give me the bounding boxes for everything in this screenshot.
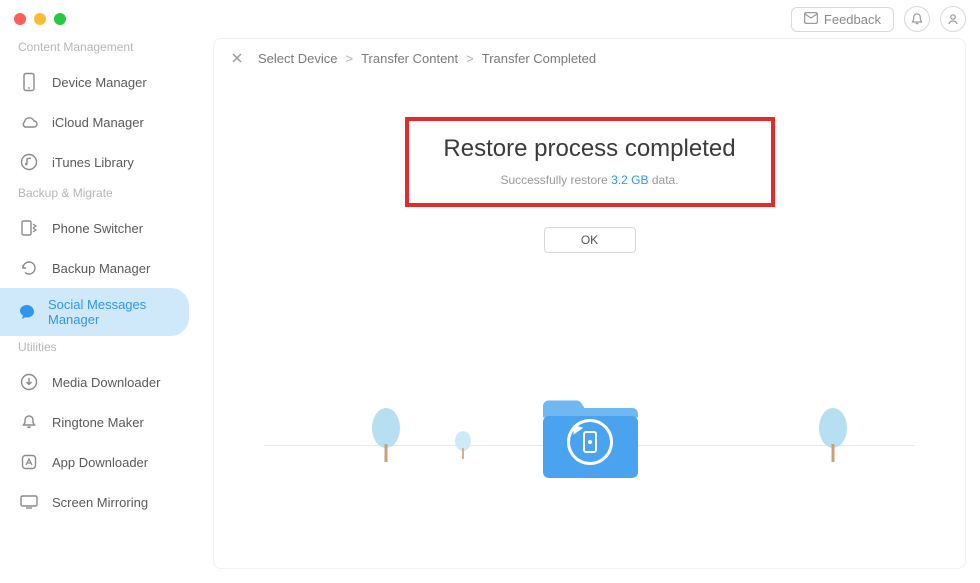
- breadcrumb: Select Device > Transfer Content > Trans…: [214, 39, 965, 77]
- result-highlight-box: Restore process completed Successfully r…: [405, 117, 775, 207]
- sidebar-item-label: iTunes Library: [52, 155, 134, 170]
- bell-icon: [18, 411, 40, 433]
- ok-button[interactable]: OK: [544, 227, 636, 253]
- phone-icon: [18, 71, 40, 93]
- sidebar-item-social-messages[interactable]: Social Messages Manager: [0, 288, 189, 336]
- window-controls: [14, 13, 66, 25]
- result-size: 3.2 GB: [611, 173, 648, 187]
- breadcrumb-step-3: Transfer Completed: [482, 51, 596, 66]
- close-breadcrumb-button[interactable]: [228, 49, 246, 67]
- tree-icon: [369, 406, 403, 464]
- feedback-button[interactable]: Feedback: [791, 7, 894, 32]
- sidebar-item-label: Screen Mirroring: [52, 495, 148, 510]
- result-sub-prefix: Successfully restore: [500, 173, 611, 187]
- breadcrumb-step-1[interactable]: Select Device: [258, 51, 337, 66]
- tree-icon: [816, 406, 850, 464]
- sidebar: Content Management Device Manager iCloud…: [0, 38, 205, 583]
- download-icon: [18, 371, 40, 393]
- mail-icon: [804, 12, 818, 27]
- sidebar-item-device-manager[interactable]: Device Manager: [0, 62, 205, 102]
- app-icon: [18, 451, 40, 473]
- main-panel: Select Device > Transfer Content > Trans…: [213, 38, 966, 569]
- tree-icon: [454, 430, 472, 460]
- sidebar-item-label: Phone Switcher: [52, 221, 143, 236]
- backup-icon: [18, 257, 40, 279]
- result-subtext: Successfully restore 3.2 GB data.: [419, 173, 761, 187]
- sidebar-item-media-downloader[interactable]: Media Downloader: [0, 362, 205, 402]
- sidebar-section-content-management: Content Management: [0, 38, 205, 62]
- breadcrumb-sep-icon: >: [345, 51, 353, 66]
- sidebar-item-backup-manager[interactable]: Backup Manager: [0, 248, 205, 288]
- chat-icon: [18, 301, 36, 323]
- illustration-scene: [214, 346, 965, 476]
- close-window-button[interactable]: [14, 13, 26, 25]
- sidebar-item-app-downloader[interactable]: App Downloader: [0, 442, 205, 482]
- minimize-window-button[interactable]: [34, 13, 46, 25]
- titlebar: Feedback: [0, 0, 980, 38]
- sidebar-item-label: iCloud Manager: [52, 115, 144, 130]
- sidebar-item-label: Ringtone Maker: [52, 415, 144, 430]
- zoom-window-button[interactable]: [54, 13, 66, 25]
- sidebar-item-label: Device Manager: [52, 75, 147, 90]
- sidebar-item-label: App Downloader: [52, 455, 148, 470]
- sidebar-item-label: Social Messages Manager: [48, 297, 171, 327]
- sidebar-item-itunes-library[interactable]: iTunes Library: [0, 142, 205, 182]
- sidebar-section-backup-migrate: Backup & Migrate: [0, 182, 205, 208]
- result-sub-suffix: data.: [649, 173, 679, 187]
- screen-icon: [18, 491, 40, 513]
- switch-icon: [18, 217, 40, 239]
- breadcrumb-sep-icon: >: [466, 51, 474, 66]
- cloud-icon: [18, 111, 40, 133]
- sidebar-item-phone-switcher[interactable]: Phone Switcher: [0, 208, 205, 248]
- phone-glyph-icon: [583, 431, 597, 453]
- result-headline: Restore process completed: [419, 135, 761, 163]
- sidebar-item-icloud-manager[interactable]: iCloud Manager: [0, 102, 205, 142]
- sidebar-section-utilities: Utilities: [0, 336, 205, 362]
- sidebar-item-label: Media Downloader: [52, 375, 160, 390]
- account-button[interactable]: [940, 6, 966, 32]
- feedback-label: Feedback: [824, 12, 881, 27]
- sidebar-item-ringtone-maker[interactable]: Ringtone Maker: [0, 402, 205, 442]
- sidebar-item-screen-mirroring[interactable]: Screen Mirroring: [0, 482, 205, 522]
- breadcrumb-step-2[interactable]: Transfer Content: [361, 51, 458, 66]
- restore-ring-icon: [567, 419, 613, 465]
- restore-folder-icon: [535, 392, 645, 484]
- notifications-button[interactable]: [904, 6, 930, 32]
- music-note-icon: [18, 151, 40, 173]
- sidebar-item-label: Backup Manager: [52, 261, 150, 276]
